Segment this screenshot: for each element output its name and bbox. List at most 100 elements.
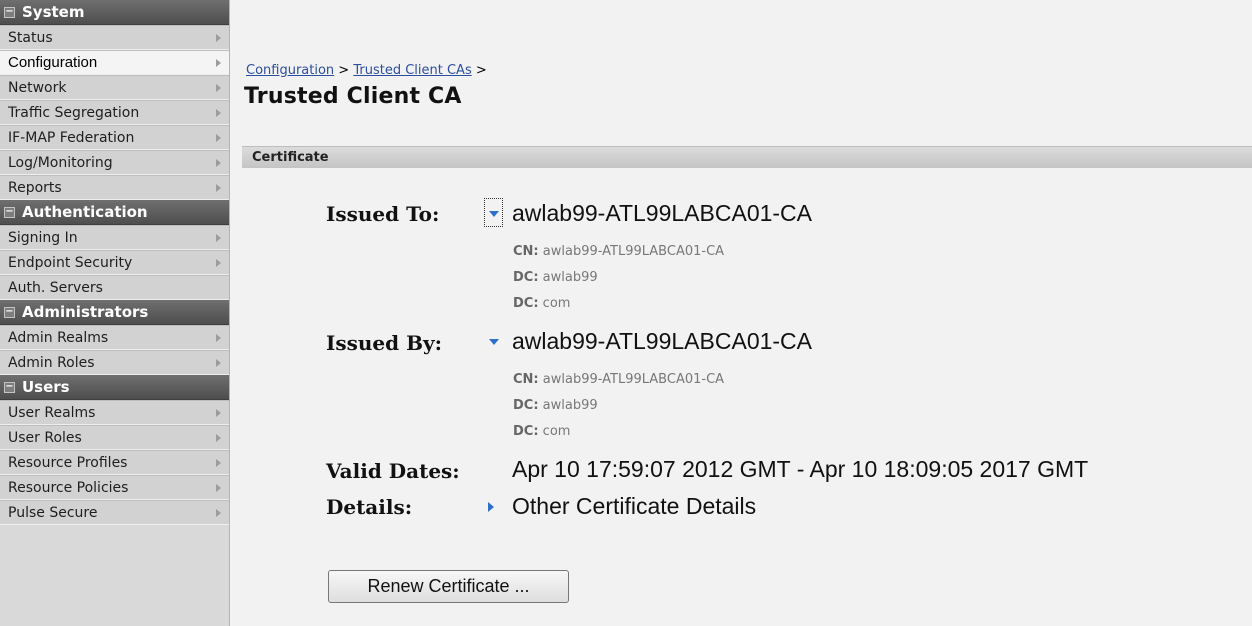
- sidebar-item-label: User Roles: [8, 429, 82, 446]
- chevron-right-icon: [216, 409, 221, 417]
- other-certificate-details-link[interactable]: Other Certificate Details: [512, 493, 756, 520]
- renew-certificate-button[interactable]: Renew Certificate ...: [328, 570, 569, 603]
- chevron-right-icon: [216, 134, 221, 142]
- details-label: Details:: [326, 495, 413, 519]
- sidebar-item-log-monitoring[interactable]: Log/Monitoring: [0, 150, 229, 175]
- sidebar-item-configuration[interactable]: Configuration: [0, 50, 229, 75]
- sidebar-item-admin-realms[interactable]: Admin Realms: [0, 325, 229, 350]
- chevron-right-icon: [216, 434, 221, 442]
- sidebar-item-label: Signing In: [8, 229, 78, 246]
- sidebar-item-label: IF-MAP Federation: [8, 129, 135, 146]
- sidebar-item-endpoint-security[interactable]: Endpoint Security: [0, 250, 229, 275]
- sidebar-item-resource-policies[interactable]: Resource Policies: [0, 475, 229, 500]
- sidebar-item-user-realms[interactable]: User Realms: [0, 400, 229, 425]
- section-header-users[interactable]: − Users: [0, 375, 229, 400]
- sidebar-item-label: Configuration: [8, 54, 98, 71]
- sidebar-item-label: Auth. Servers: [8, 279, 103, 296]
- expand-toggle-issued-to-icon[interactable]: [489, 211, 499, 217]
- expand-details-icon[interactable]: [488, 502, 494, 512]
- detail-key: CN:: [513, 372, 539, 387]
- sidebar-item-if-map-federation[interactable]: IF-MAP Federation: [0, 125, 229, 150]
- detail-value: awlab99-ATL99LABCA01-CA: [542, 372, 725, 387]
- breadcrumb-separator: >: [334, 63, 354, 78]
- sidebar-item-label: Traffic Segregation: [8, 104, 140, 121]
- detail-key: CN:: [513, 244, 539, 259]
- collapse-icon[interactable]: −: [4, 306, 15, 318]
- detail-key: DC:: [513, 296, 539, 311]
- issued-by-label: Issued By:: [326, 331, 442, 355]
- section-header-authentication[interactable]: − Authentication: [0, 200, 229, 225]
- detail-value: awlab99-ATL99LABCA01-CA: [542, 244, 725, 259]
- issued-by-dc2: DC: com: [513, 424, 570, 439]
- section-title: Users: [22, 378, 70, 396]
- chevron-right-icon: [216, 184, 221, 192]
- sidebar-item-label: Admin Realms: [8, 329, 109, 346]
- breadcrumb-link-trusted-client-cas[interactable]: Trusted Client CAs: [353, 63, 471, 78]
- sidebar-item-label: Resource Profiles: [8, 454, 128, 471]
- expand-toggle-issued-by-icon[interactable]: [489, 339, 499, 345]
- section-title: System: [22, 3, 85, 21]
- collapse-icon[interactable]: −: [4, 6, 15, 18]
- sidebar-item-label: Network: [8, 79, 67, 96]
- issued-by-cn: CN: awlab99-ATL99LABCA01-CA: [513, 372, 724, 387]
- detail-key: DC:: [513, 398, 539, 413]
- sidebar-item-label: Admin Roles: [8, 354, 95, 371]
- breadcrumb-separator: >: [471, 63, 487, 78]
- issued-to-value: awlab99-ATL99LABCA01-CA: [512, 200, 813, 226]
- issued-to-dc1: DC: awlab99: [513, 270, 598, 285]
- chevron-right-icon: [216, 34, 221, 42]
- valid-dates-value: Apr 10 17:59:07 2012 GMT - Apr 10 18:09:…: [512, 456, 1089, 482]
- detail-value: awlab99: [542, 270, 598, 285]
- issued-by-value: awlab99-ATL99LABCA01-CA: [512, 328, 813, 354]
- sidebar-item-label: Reports: [8, 179, 62, 196]
- sidebar-item-label: Endpoint Security: [8, 254, 133, 271]
- detail-key: DC:: [513, 270, 539, 285]
- sidebar-item-user-roles[interactable]: User Roles: [0, 425, 229, 450]
- sidebar-item-label: Resource Policies: [8, 479, 129, 496]
- sidebar-item-traffic-segregation[interactable]: Traffic Segregation: [0, 100, 229, 125]
- chevron-right-icon: [216, 509, 221, 517]
- chevron-right-icon: [216, 109, 221, 117]
- certificate-section-header: Certificate: [242, 146, 1252, 168]
- sidebar-item-label: Log/Monitoring: [8, 154, 113, 171]
- sidebar-item-label: Status: [8, 29, 53, 46]
- detail-key: DC:: [513, 424, 539, 439]
- sidebar-item-label: User Realms: [8, 404, 96, 421]
- chevron-right-icon: [216, 484, 221, 492]
- sidebar-item-auth-servers[interactable]: Auth. Servers: [0, 275, 229, 300]
- section-title: Authentication: [22, 203, 148, 221]
- chevron-right-icon: [216, 359, 221, 367]
- issued-by-dc1: DC: awlab99: [513, 398, 598, 413]
- chevron-right-icon: [216, 234, 221, 242]
- sidebar-item-status[interactable]: Status: [0, 25, 229, 50]
- chevron-right-icon: [216, 84, 221, 92]
- valid-dates-label: Valid Dates:: [326, 459, 460, 483]
- issued-to-cn: CN: awlab99-ATL99LABCA01-CA: [513, 244, 724, 259]
- collapse-icon[interactable]: −: [4, 206, 15, 218]
- detail-value: com: [542, 296, 571, 311]
- detail-value: awlab99: [542, 398, 598, 413]
- main-content: Configuration > Trusted Client CAs > Tru…: [231, 0, 1252, 626]
- chevron-right-icon: [216, 159, 221, 167]
- chevron-right-icon: [216, 459, 221, 467]
- issued-to-label: Issued To:: [326, 202, 440, 226]
- chevron-right-icon: [216, 259, 221, 267]
- section-header-system[interactable]: − System: [0, 0, 229, 25]
- sidebar-item-admin-roles[interactable]: Admin Roles: [0, 350, 229, 375]
- page-title: Trusted Client CA: [244, 84, 462, 109]
- issued-to-dc2: DC: com: [513, 296, 570, 311]
- chevron-right-icon: [216, 59, 221, 67]
- sidebar-item-pulse-secure[interactable]: Pulse Secure: [0, 500, 229, 525]
- sidebar-item-network[interactable]: Network: [0, 75, 229, 100]
- breadcrumb: Configuration > Trusted Client CAs >: [246, 63, 487, 78]
- sidebar-item-signing-in[interactable]: Signing In: [0, 225, 229, 250]
- sidebar-item-resource-profiles[interactable]: Resource Profiles: [0, 450, 229, 475]
- sidebar-item-label: Pulse Secure: [8, 504, 98, 521]
- section-header-administrators[interactable]: − Administrators: [0, 300, 229, 325]
- detail-value: com: [542, 424, 571, 439]
- sidebar-item-reports[interactable]: Reports: [0, 175, 229, 200]
- chevron-right-icon: [216, 334, 221, 342]
- collapse-icon[interactable]: −: [4, 381, 15, 393]
- section-title: Administrators: [22, 303, 149, 321]
- breadcrumb-link-configuration[interactable]: Configuration: [246, 63, 334, 78]
